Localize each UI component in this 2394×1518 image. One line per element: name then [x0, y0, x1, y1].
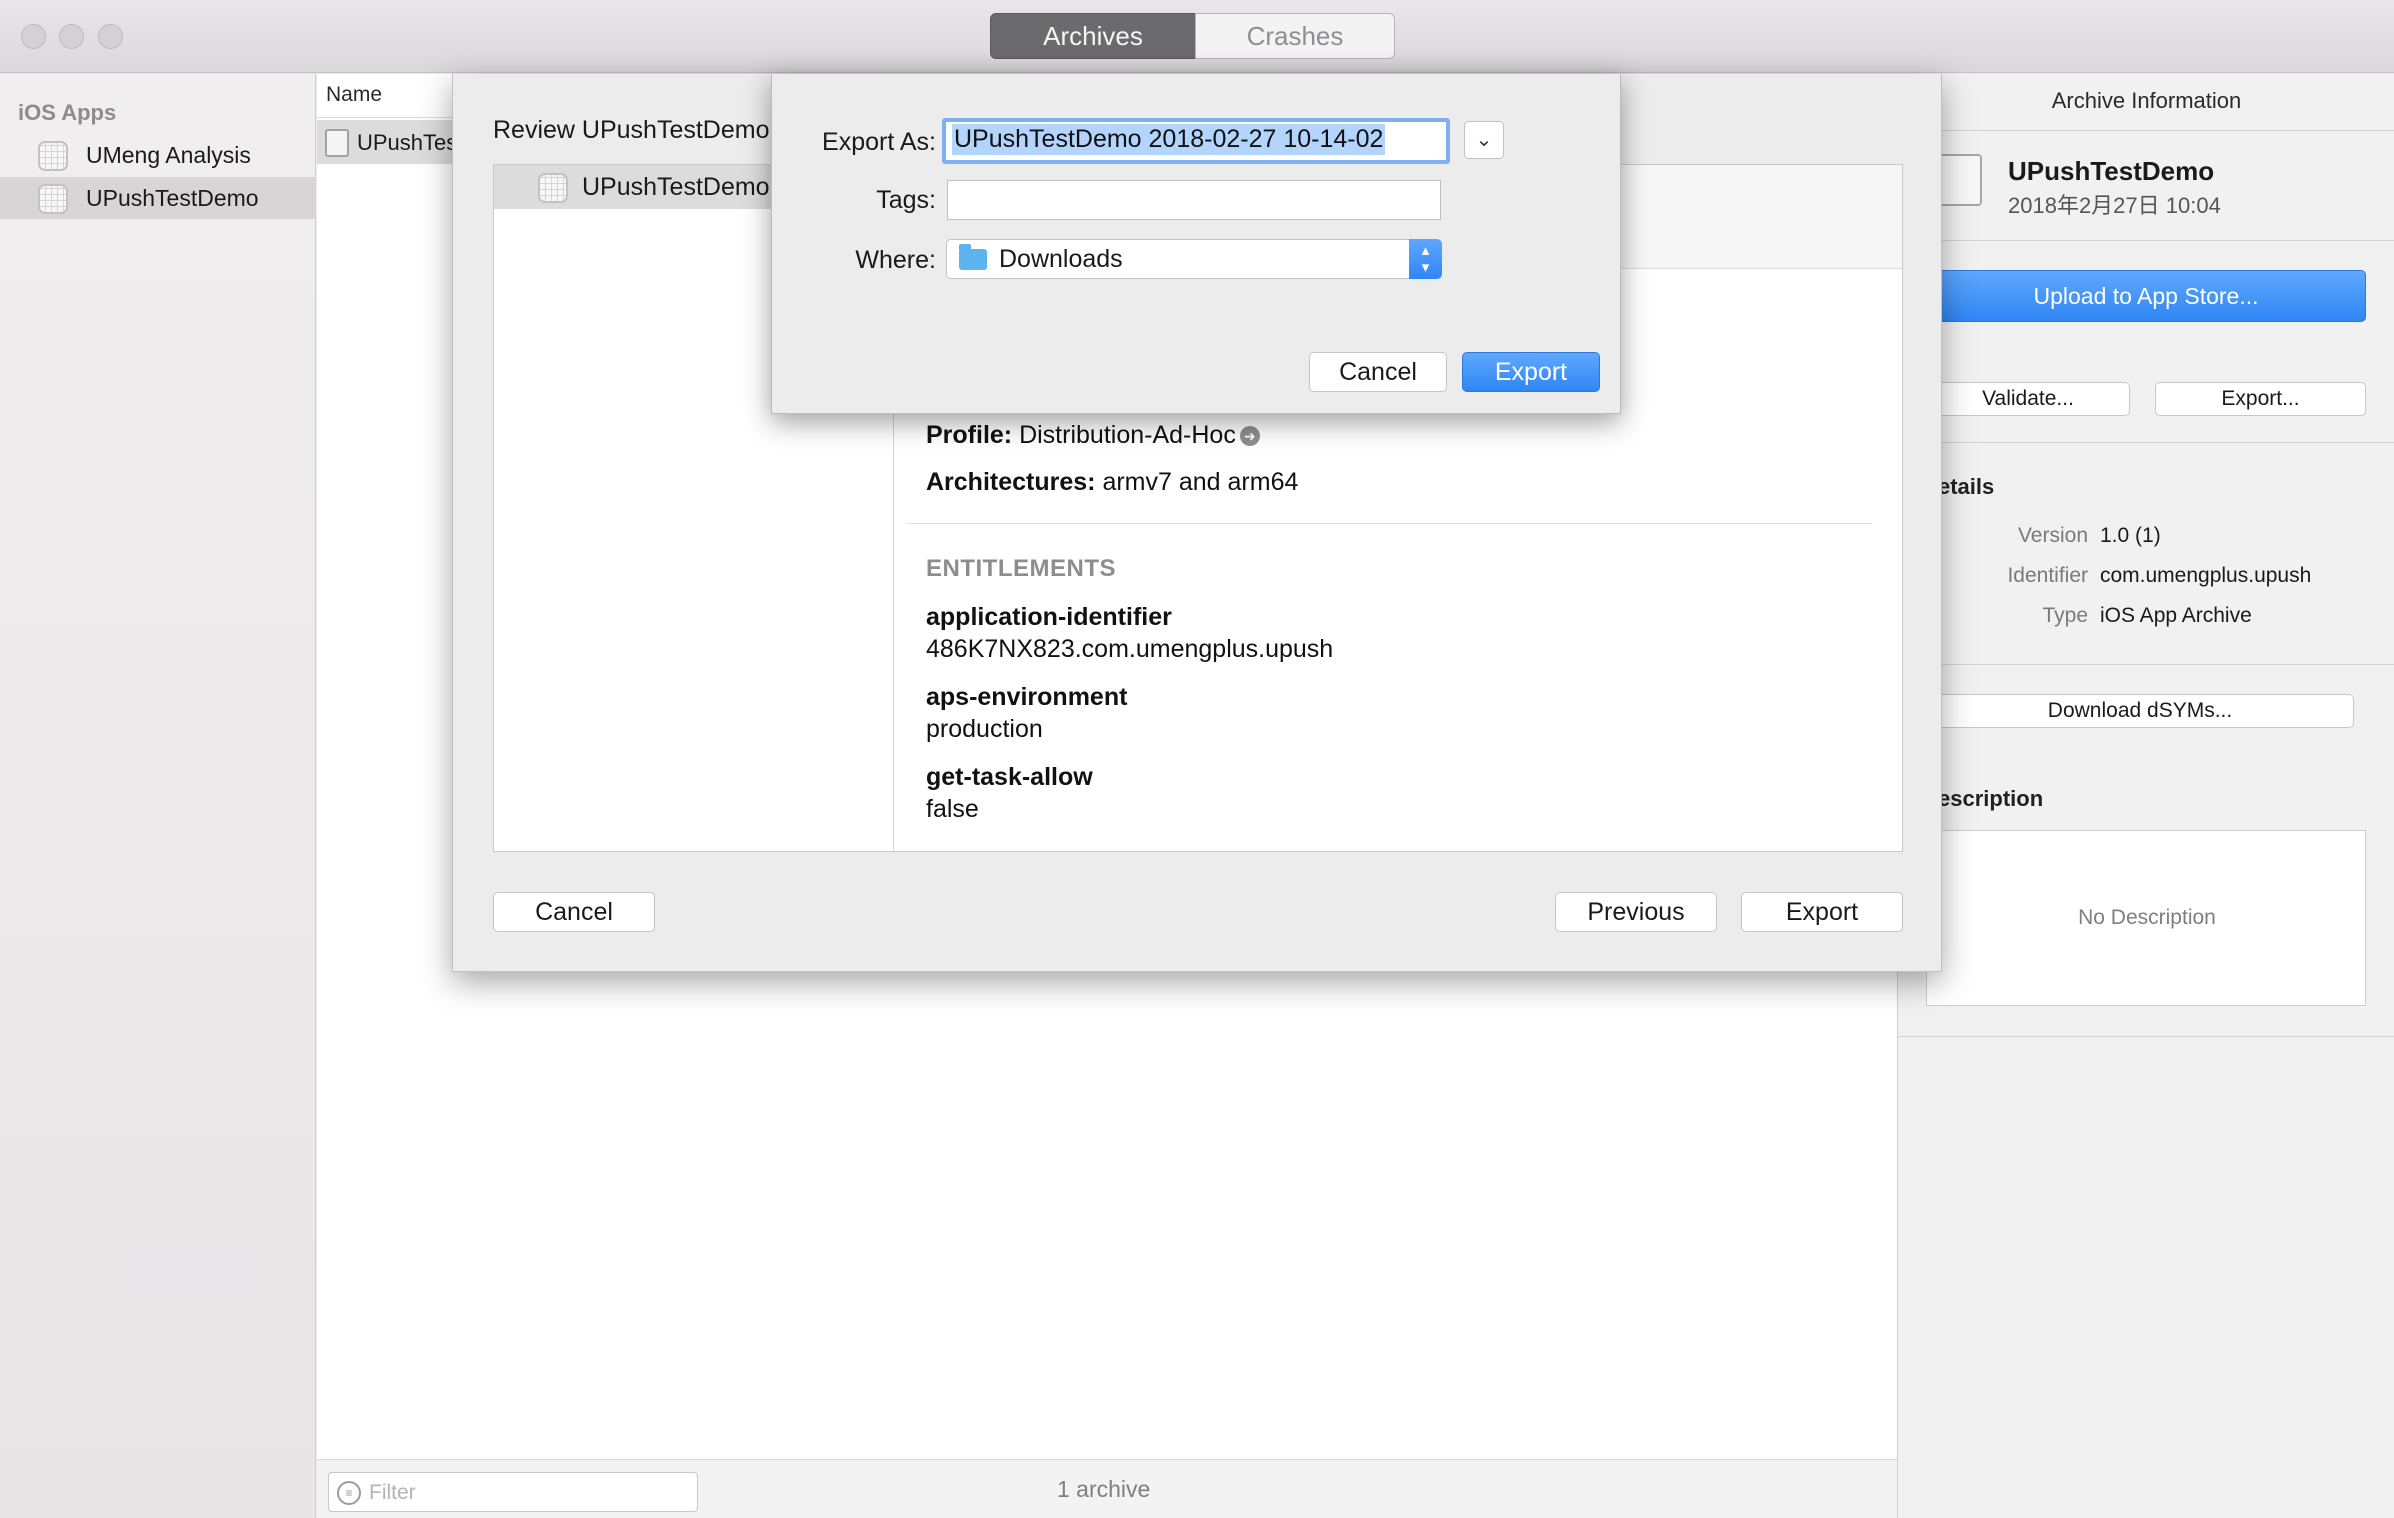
app-icon	[538, 173, 568, 203]
filter-input[interactable]: ≡ Filter	[328, 1472, 698, 1512]
description-section-label: escription	[1938, 786, 2044, 811]
export-as-value: UPushTestDemo 2018-02-27 10-14-02	[952, 124, 1386, 155]
filter-placeholder: Filter	[369, 1481, 416, 1504]
entitlement-key: application-identifier	[926, 603, 1172, 631]
sidebar-item-umeng-analysis[interactable]: UMeng Analysis	[0, 134, 316, 176]
tags-field[interactable]	[947, 180, 1441, 220]
entitlements-header: ENTITLEMENTS	[926, 555, 1116, 582]
inspector-title: Archive Information	[2051, 88, 2242, 113]
divider	[1898, 240, 2394, 241]
list-footer: ≡ Filter 1 archive	[317, 1459, 1897, 1518]
archive-count: 1 archive	[1057, 1476, 1151, 1502]
cancel-button[interactable]: Cancel	[1309, 352, 1447, 392]
archive-icon	[1938, 154, 1982, 206]
app-icon	[38, 141, 68, 171]
minimize-window-icon[interactable]	[59, 24, 84, 49]
app-icon	[38, 184, 68, 214]
tab-archives[interactable]: Archives	[990, 13, 1196, 59]
zoom-window-icon[interactable]	[98, 24, 123, 49]
column-header-name[interactable]: Name	[326, 83, 382, 107]
entitlement-value: production	[926, 715, 1043, 743]
divider	[1898, 442, 2394, 443]
profile-line: Profile: Distribution-Ad-Hoc ➜	[926, 421, 1260, 450]
validate-button[interactable]: Validate...	[1926, 382, 2130, 416]
archive-inspector: Archive Information UPushTestDemo 2018年2…	[1897, 74, 2394, 1518]
architectures-value: armv7 and arm64	[1102, 468, 1299, 496]
profile-key: Profile:	[926, 421, 1013, 449]
sidebar-item-label: UPushTestDemo	[86, 185, 259, 211]
sheet-title: Review UPushTestDemo	[493, 116, 770, 144]
where-value: Downloads	[999, 245, 1123, 273]
sidebar-item-upushtestdemo[interactable]: UPushTestDemo	[0, 177, 316, 219]
divider	[906, 523, 1872, 524]
entitlement-key: aps-environment	[926, 683, 1128, 711]
stepper-icon: ▴ ▾	[1409, 239, 1442, 279]
sidebar-header: iOS Apps	[18, 100, 117, 125]
filter-icon: ≡	[337, 1481, 361, 1505]
chevron-down-icon[interactable]: ⌄	[1464, 121, 1504, 159]
where-label: Where:	[855, 246, 936, 274]
export-dialog: Export As: UPushTestDemo 2018-02-27 10-1…	[771, 74, 1621, 414]
where-popup[interactable]: Downloads ▴ ▾	[946, 239, 1442, 279]
entitlement-value: 486K7NX823.com.umengplus.upush	[926, 635, 1334, 663]
architectures-line: Architectures: armv7 and arm64	[926, 468, 1298, 497]
description-box[interactable]: No Description	[1926, 830, 2366, 1006]
divider	[1898, 664, 2394, 665]
architectures-key: Architectures:	[926, 468, 1096, 496]
divider	[1898, 1036, 2394, 1037]
arrow-right-circle-icon[interactable]: ➜	[1239, 426, 1260, 446]
type-key: Type	[2042, 604, 2088, 627]
tab-crashes[interactable]: Crashes	[1195, 13, 1395, 59]
export-button[interactable]: Export	[1741, 892, 1903, 932]
target-name: UPushTestDemo	[582, 173, 770, 201]
details-section-label: etails	[1938, 474, 1995, 499]
description-text: No Description	[2078, 906, 2216, 929]
version-value: 1.0 (1)	[2100, 524, 2161, 547]
row-name: UPushTes	[357, 130, 458, 155]
divider	[1898, 130, 2394, 131]
entitlement-key: get-task-allow	[926, 763, 1093, 791]
app-date: 2018年2月27日 10:04	[2008, 193, 2221, 218]
profile-value: Distribution-Ad-Hoc	[1019, 421, 1236, 449]
identifier-value: com.umengplus.upush	[2100, 564, 2312, 587]
export-button[interactable]: Export...	[2155, 382, 2366, 416]
cancel-button[interactable]: Cancel	[493, 892, 655, 932]
export-as-label: Export As:	[822, 128, 936, 156]
upload-to-app-store-button[interactable]: Upload to App Store...	[1926, 270, 2366, 322]
identifier-key: Identifier	[2007, 564, 2088, 587]
sidebar: iOS Apps UMeng Analysis UPushTestDemo	[0, 74, 316, 1518]
window-titlebar: Archives Crashes	[0, 0, 2394, 73]
export-button[interactable]: Export	[1462, 352, 1600, 392]
export-as-field[interactable]: UPushTestDemo 2018-02-27 10-14-02	[942, 118, 1450, 164]
sidebar-item-label: UMeng Analysis	[86, 142, 251, 168]
version-key: Version	[2017, 524, 2088, 547]
download-dsyms-button[interactable]: Download dSYMs...	[1926, 694, 2354, 728]
entitlement-value: false	[926, 795, 979, 823]
tags-label: Tags:	[876, 186, 936, 214]
type-value: iOS App Archive	[2100, 604, 2252, 627]
folder-icon	[959, 244, 987, 270]
app-name: UPushTestDemo	[2008, 156, 2215, 186]
previous-button[interactable]: Previous	[1555, 892, 1717, 932]
archive-icon	[325, 129, 349, 157]
close-window-icon[interactable]	[21, 24, 46, 49]
